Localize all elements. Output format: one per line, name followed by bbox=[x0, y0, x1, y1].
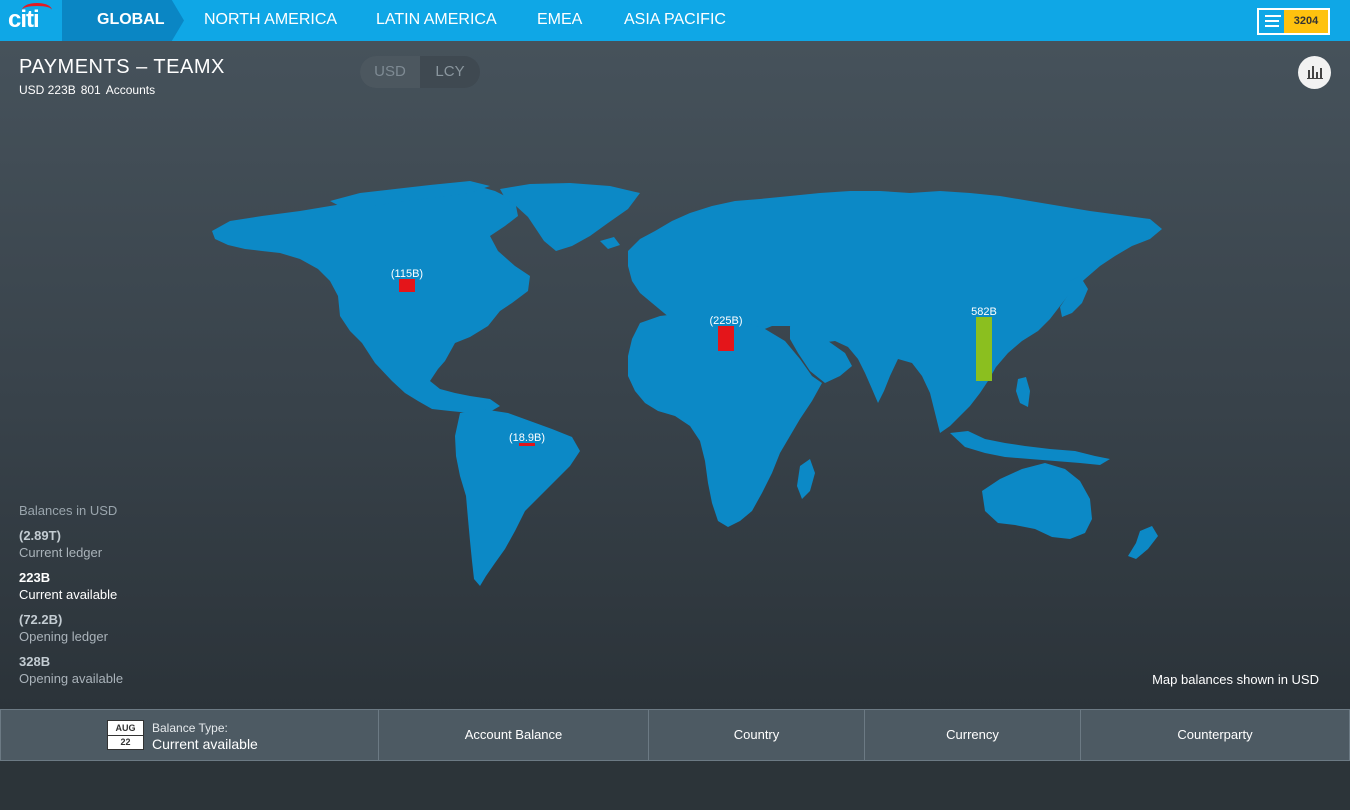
balance-type: Balance Type: Current available bbox=[152, 720, 258, 752]
calendar-month: AUG bbox=[108, 721, 143, 736]
balances-summary: Balances in USD (2.89T) Current ledger 2… bbox=[19, 503, 123, 696]
balance-opening-ledger[interactable]: (72.2B) Opening ledger bbox=[19, 612, 123, 645]
nav-tab-global[interactable]: GLOBAL bbox=[97, 11, 165, 29]
balance-label: Current ledger bbox=[19, 545, 103, 560]
tab-country[interactable]: Country bbox=[649, 710, 865, 760]
world-map: (115B) (225B) 582B (18.9B) bbox=[212, 181, 1162, 586]
map-currency-note: Map balances shown in USD bbox=[1152, 672, 1319, 687]
balance-value: 223B bbox=[19, 570, 51, 585]
marker-bar-latin-america[interactable] bbox=[519, 443, 535, 446]
tab-account-balance[interactable]: Account Balance bbox=[379, 710, 649, 760]
balance-type-value: Current available bbox=[152, 736, 258, 752]
balance-value: (72.2B) bbox=[19, 612, 63, 627]
top-navigation-bar: citi GLOBAL NORTH AMERICA LATIN AMERICA … bbox=[0, 0, 1350, 41]
tab-currency[interactable]: Currency bbox=[865, 710, 1081, 760]
land-north-america[interactable] bbox=[212, 184, 530, 413]
logo-arc-icon bbox=[22, 3, 52, 17]
land-philippines[interactable] bbox=[1016, 377, 1030, 407]
balance-value: (2.89T) bbox=[19, 528, 61, 543]
menu-icon bbox=[1265, 15, 1281, 29]
tab-counterparty[interactable]: Counterparty bbox=[1081, 710, 1349, 760]
marker-bar-north-america[interactable] bbox=[399, 279, 415, 292]
nav-tab-latin-america[interactable]: LATIN AMERICA bbox=[376, 11, 497, 29]
grouping-tabs: AUG 22 Balance Type: Current available A… bbox=[0, 709, 1350, 761]
footer-area bbox=[0, 761, 1350, 810]
balance-label: Opening ledger bbox=[19, 629, 108, 644]
notification-count: 3204 bbox=[1284, 10, 1328, 33]
land-greenland[interactable] bbox=[500, 183, 640, 251]
notifications-button[interactable]: 3204 bbox=[1257, 8, 1330, 35]
marker-bar-asia-pacific[interactable] bbox=[976, 317, 992, 381]
marker-label-north-america: (115B) bbox=[391, 268, 423, 280]
balance-value: 328B bbox=[19, 654, 51, 669]
balance-current-available[interactable]: 223B Current available bbox=[19, 570, 123, 603]
marker-label-latin-america: (18.9B) bbox=[509, 432, 545, 444]
calendar-icon: AUG 22 bbox=[107, 720, 144, 750]
marker-bar-emea[interactable] bbox=[718, 326, 734, 351]
land-madagascar[interactable] bbox=[797, 459, 815, 499]
balance-label: Current available bbox=[19, 587, 118, 602]
balance-current-ledger[interactable]: (2.89T) Current ledger bbox=[19, 528, 123, 561]
calendar-day: 22 bbox=[120, 737, 131, 747]
land-australia[interactable] bbox=[982, 463, 1092, 539]
balance-type-label: Balance Type: bbox=[152, 721, 228, 735]
balances-heading: Balances in USD bbox=[19, 503, 118, 518]
main-panel: PAYMENTS – TEAMX USD 223B 801 Accounts USD… bbox=[0, 41, 1350, 709]
nav-tab-emea[interactable]: EMEA bbox=[537, 11, 582, 29]
nav-tab-north-america[interactable]: NORTH AMERICA bbox=[204, 11, 337, 29]
nav-tab-asia-pacific[interactable]: ASIA PACIFIC bbox=[624, 11, 726, 29]
land-new-zealand[interactable] bbox=[1128, 526, 1158, 559]
land-iceland[interactable] bbox=[600, 237, 620, 249]
balance-label: Opening available bbox=[19, 671, 124, 686]
balance-opening-available[interactable]: 328B Opening available bbox=[19, 654, 123, 687]
citi-logo[interactable]: citi bbox=[8, 3, 52, 34]
map-landmass bbox=[212, 181, 1162, 586]
marker-label-asia-pacific: 582B bbox=[971, 306, 997, 318]
land-southeast-asia[interactable] bbox=[950, 431, 1110, 465]
balance-type-selector[interactable]: AUG 22 Balance Type: Current available bbox=[1, 710, 379, 760]
marker-label-emea: (225B) bbox=[709, 315, 742, 327]
